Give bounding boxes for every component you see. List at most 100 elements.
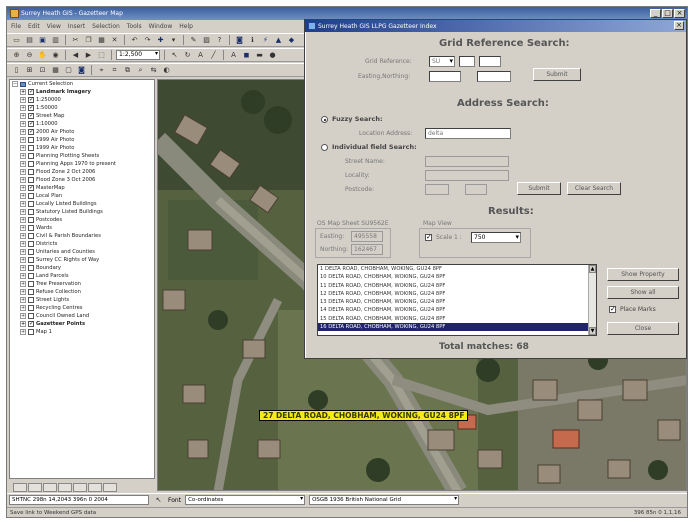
tab-source[interactable] <box>28 482 42 492</box>
layer-visibility-checkbox[interactable]: ✓ <box>28 129 34 135</box>
results-list[interactable]: 1 DELTA ROAD, CHOBHAM, WOKING, GU24 8PF 1… <box>317 264 597 336</box>
dialog-close-icon[interactable]: × <box>674 21 684 30</box>
tab-refresh[interactable] <box>88 482 102 492</box>
layer-visibility-checkbox[interactable] <box>28 225 34 231</box>
expand-icon[interactable]: + <box>20 153 26 159</box>
expand-icon[interactable]: + <box>20 281 26 287</box>
toc-layer-item[interactable]: +1999 Air Photo <box>10 136 154 144</box>
toc-layer-item[interactable]: + Recycling Centres <box>10 304 154 312</box>
marker-icon[interactable]: ● <box>267 50 278 60</box>
expand-icon[interactable]: + <box>20 121 26 127</box>
layer-visibility-checkbox[interactable]: ✓ <box>28 185 34 191</box>
georef-icon[interactable]: ⌖ <box>96 65 107 75</box>
projection-combo[interactable]: OSGB 1936 British National Grid <box>309 495 460 505</box>
redo-icon[interactable]: ↷ <box>142 35 153 45</box>
toc-layer-item[interactable]: + ✓ 2000 Air Photo <box>10 128 154 136</box>
expand-icon[interactable]: + <box>20 185 26 191</box>
scale-checkbox[interactable]: ✓ <box>425 234 432 241</box>
layer-visibility-checkbox[interactable]: ✓ <box>28 321 34 327</box>
rotate-icon[interactable]: ↻ <box>182 50 193 60</box>
toc-layer-item[interactable]: + Council Owned Land <box>10 312 154 320</box>
toc-layer-item[interactable]: + ✓ Landmark Imagery <box>10 88 154 96</box>
toc-layer-item[interactable]: + Surrey CC Rights of Way <box>10 256 154 264</box>
postcode-outward-input[interactable] <box>425 184 449 195</box>
show-all-button[interactable]: Show all <box>607 286 679 299</box>
toc-layer-item[interactable]: + Boundary <box>10 264 154 272</box>
delete-icon[interactable]: ✕ <box>109 35 120 45</box>
close-window-button[interactable]: × <box>674 9 685 18</box>
expand-icon[interactable]: + <box>20 233 26 239</box>
layer-visibility-checkbox[interactable] <box>28 201 34 207</box>
paste-icon[interactable]: ▦ <box>96 35 107 45</box>
undo-icon[interactable]: ↶ <box>129 35 140 45</box>
postcode-inward-input[interactable] <box>465 184 487 195</box>
next-extent-icon[interactable]: ▶ <box>83 50 94 60</box>
line-icon[interactable]: ╱ <box>208 50 219 60</box>
expand-icon[interactable]: + <box>20 305 26 311</box>
toc-layer-item[interactable]: + Flood Zone 2 Oct 2006 <box>10 168 154 176</box>
layer-visibility-checkbox[interactable] <box>28 169 34 175</box>
menu-window[interactable]: Window <box>149 23 173 30</box>
expand-icon[interactable]: + <box>20 161 26 167</box>
locality-input[interactable] <box>425 170 509 181</box>
copy-icon[interactable]: ❐ <box>83 35 94 45</box>
toc-layer-item[interactable]: + Tree Preservation <box>10 280 154 288</box>
layout-grid-icon[interactable]: ▦ <box>50 65 61 75</box>
toc-layer-item[interactable]: + Planning Plotting Sheets <box>10 152 154 160</box>
tab-display[interactable] <box>13 482 27 492</box>
expand-icon[interactable]: + <box>20 145 26 151</box>
maximize-button[interactable]: □ <box>662 9 673 18</box>
scale-combo-icon[interactable]: ▾ <box>168 35 179 45</box>
layer-visibility-checkbox[interactable] <box>28 145 34 151</box>
layer-visibility-checkbox[interactable] <box>28 305 34 311</box>
expand-icon[interactable]: + <box>20 113 26 119</box>
arctoolbox-icon[interactable]: ▨ <box>201 35 212 45</box>
overview-icon[interactable]: ⧉ <box>122 65 133 75</box>
layout-frame-icon[interactable]: ▢ <box>63 65 74 75</box>
measure-icon[interactable]: ▲ <box>273 35 284 45</box>
scale-select[interactable]: 750 <box>471 232 521 243</box>
place-marks-checkbox[interactable]: ✓ <box>609 306 616 313</box>
snap-icon[interactable]: ⌗ <box>109 65 120 75</box>
tab-pause[interactable] <box>103 482 117 492</box>
menu-insert[interactable]: Insert <box>68 23 85 30</box>
clear-search-button[interactable]: Clear Search <box>567 182 621 195</box>
menu-help[interactable]: Help <box>179 23 193 30</box>
expand-icon[interactable]: + <box>20 265 26 271</box>
toc-layer-item[interactable]: + ✓ Gazetteer Points <box>10 320 154 328</box>
help-icon[interactable]: ? <box>214 35 225 45</box>
layer-visibility-checkbox[interactable] <box>28 281 34 287</box>
pan-icon[interactable]: ✋ <box>37 50 48 60</box>
expand-icon[interactable]: + <box>20 169 26 175</box>
expand-icon[interactable]: + <box>20 129 26 135</box>
expand-icon[interactable]: + <box>20 257 26 263</box>
menu-selection[interactable]: Selection <box>92 23 120 30</box>
magnifier-icon[interactable]: ⌕ <box>135 65 146 75</box>
scroll-up-icon[interactable]: ▲ <box>589 265 596 273</box>
result-list-item[interactable]: 11 DELTA ROAD, CHOBHAM, WOKING, GU24 8PF <box>318 282 596 290</box>
layer-visibility-checkbox[interactable] <box>28 209 34 215</box>
expand-icon[interactable]: + <box>20 105 26 111</box>
toc-layer-item[interactable]: + Postcodes <box>10 216 154 224</box>
toc-layer-item[interactable]: + ✓ 1:50000 <box>10 104 154 112</box>
grid-ref-northing-input[interactable] <box>479 56 501 67</box>
individual-search-radio[interactable] <box>321 144 328 151</box>
address-submit-button[interactable]: Submit <box>517 182 561 195</box>
northing-input[interactable] <box>477 71 511 82</box>
expand-icon[interactable]: + <box>20 321 26 327</box>
layer-visibility-checkbox[interactable] <box>28 177 34 183</box>
layer-visibility-checkbox[interactable] <box>28 193 34 199</box>
layer-visibility-checkbox[interactable] <box>28 313 34 319</box>
layer-visibility-checkbox[interactable] <box>28 257 34 263</box>
menu-view[interactable]: View <box>47 23 61 30</box>
toc-layer-item[interactable]: + Local Plan <box>10 192 154 200</box>
results-scrollbar[interactable]: ▲ ▼ <box>588 265 596 335</box>
expand-icon[interactable]: + <box>20 297 26 303</box>
toc-layer-item[interactable]: + ✓ 1:250000 <box>10 96 154 104</box>
font-combo[interactable]: Co-ordinates <box>185 495 306 505</box>
minimize-button[interactable]: _ <box>650 9 661 18</box>
full-extent-icon[interactable]: ◉ <box>50 50 61 60</box>
zoom-in-icon[interactable]: ⊕ <box>11 50 22 60</box>
select-features-icon[interactable]: ⬚ <box>96 50 107 60</box>
toc-layer-item[interactable]: + Districts <box>10 240 154 248</box>
